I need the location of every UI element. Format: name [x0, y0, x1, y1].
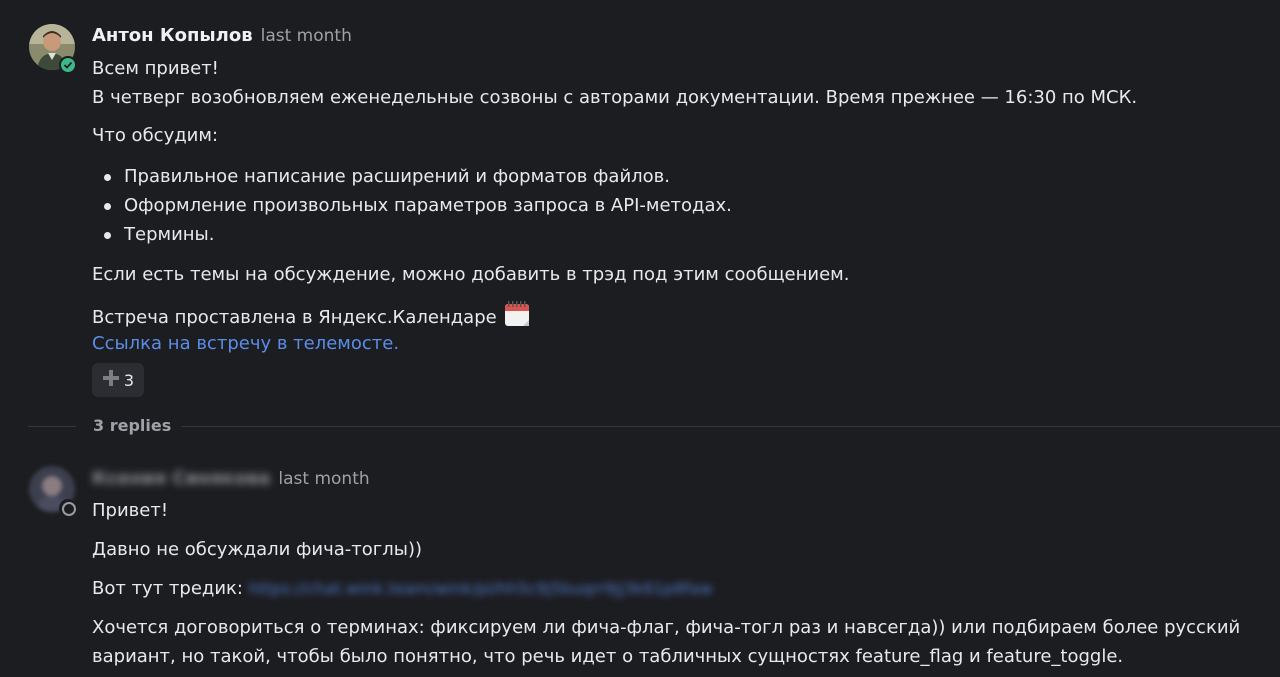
list-item: Термины.: [104, 220, 732, 249]
calendar-note-text: Встреча проставлена в Яндекс.Календаре: [92, 307, 497, 328]
author-name[interactable]: Ксения Синякова: [92, 468, 270, 489]
plus-icon: [102, 369, 120, 391]
thread-divider-right: [181, 426, 1280, 427]
message-text: Хочется договориться о терминах: фиксиру…: [92, 617, 1241, 638]
reaction-button[interactable]: 3: [92, 363, 144, 397]
thread-link-prefix: Вот тут тредик:: [92, 578, 243, 599]
online-status-icon: [59, 56, 77, 74]
timestamp[interactable]: last month: [278, 469, 369, 489]
thread-divider-left: [28, 426, 76, 427]
reaction-count: 3: [123, 370, 135, 390]
message-header: Ксения Синякова last month: [92, 468, 370, 489]
message-text: Если есть темы на обсуждение, можно доба…: [92, 264, 850, 285]
topics-list: Правильное написание расширений и формат…: [92, 162, 732, 249]
timestamp[interactable]: last month: [261, 26, 352, 46]
message-text: Давно не обсуждали фича-тоглы)): [92, 539, 423, 560]
list-item: Правильное написание расширений и формат…: [104, 162, 732, 191]
meeting-link[interactable]: Ссылка на встречу в телемосте.: [92, 333, 399, 354]
meeting-link-line: Ссылка на встречу в телемосте.: [92, 331, 399, 357]
message-text: вариант, но такой, чтобы было понятно, ч…: [92, 646, 1124, 667]
message-text: Всем привет!: [92, 58, 219, 79]
message-header: Антон Копылов last month: [92, 25, 352, 46]
replies-count[interactable]: 3 replies: [93, 416, 171, 435]
message-text: Что обсудим:: [92, 125, 219, 146]
list-item: Оформление произвольных параметров запро…: [104, 191, 732, 220]
author-name[interactable]: Антон Копылов: [92, 25, 253, 46]
offline-status-icon: [59, 499, 77, 517]
thread-link-line: Вот тут тредик: https://chat.wink.team/w…: [92, 576, 713, 602]
message-text: Привет!: [92, 500, 169, 521]
calendar-icon: [503, 300, 531, 336]
message-text: В четверг возобновляем еженедельные созв…: [92, 87, 1138, 108]
thread-link[interactable]: https://chat.wink.team/wink/pl/hh5c9j5bu…: [249, 579, 713, 598]
